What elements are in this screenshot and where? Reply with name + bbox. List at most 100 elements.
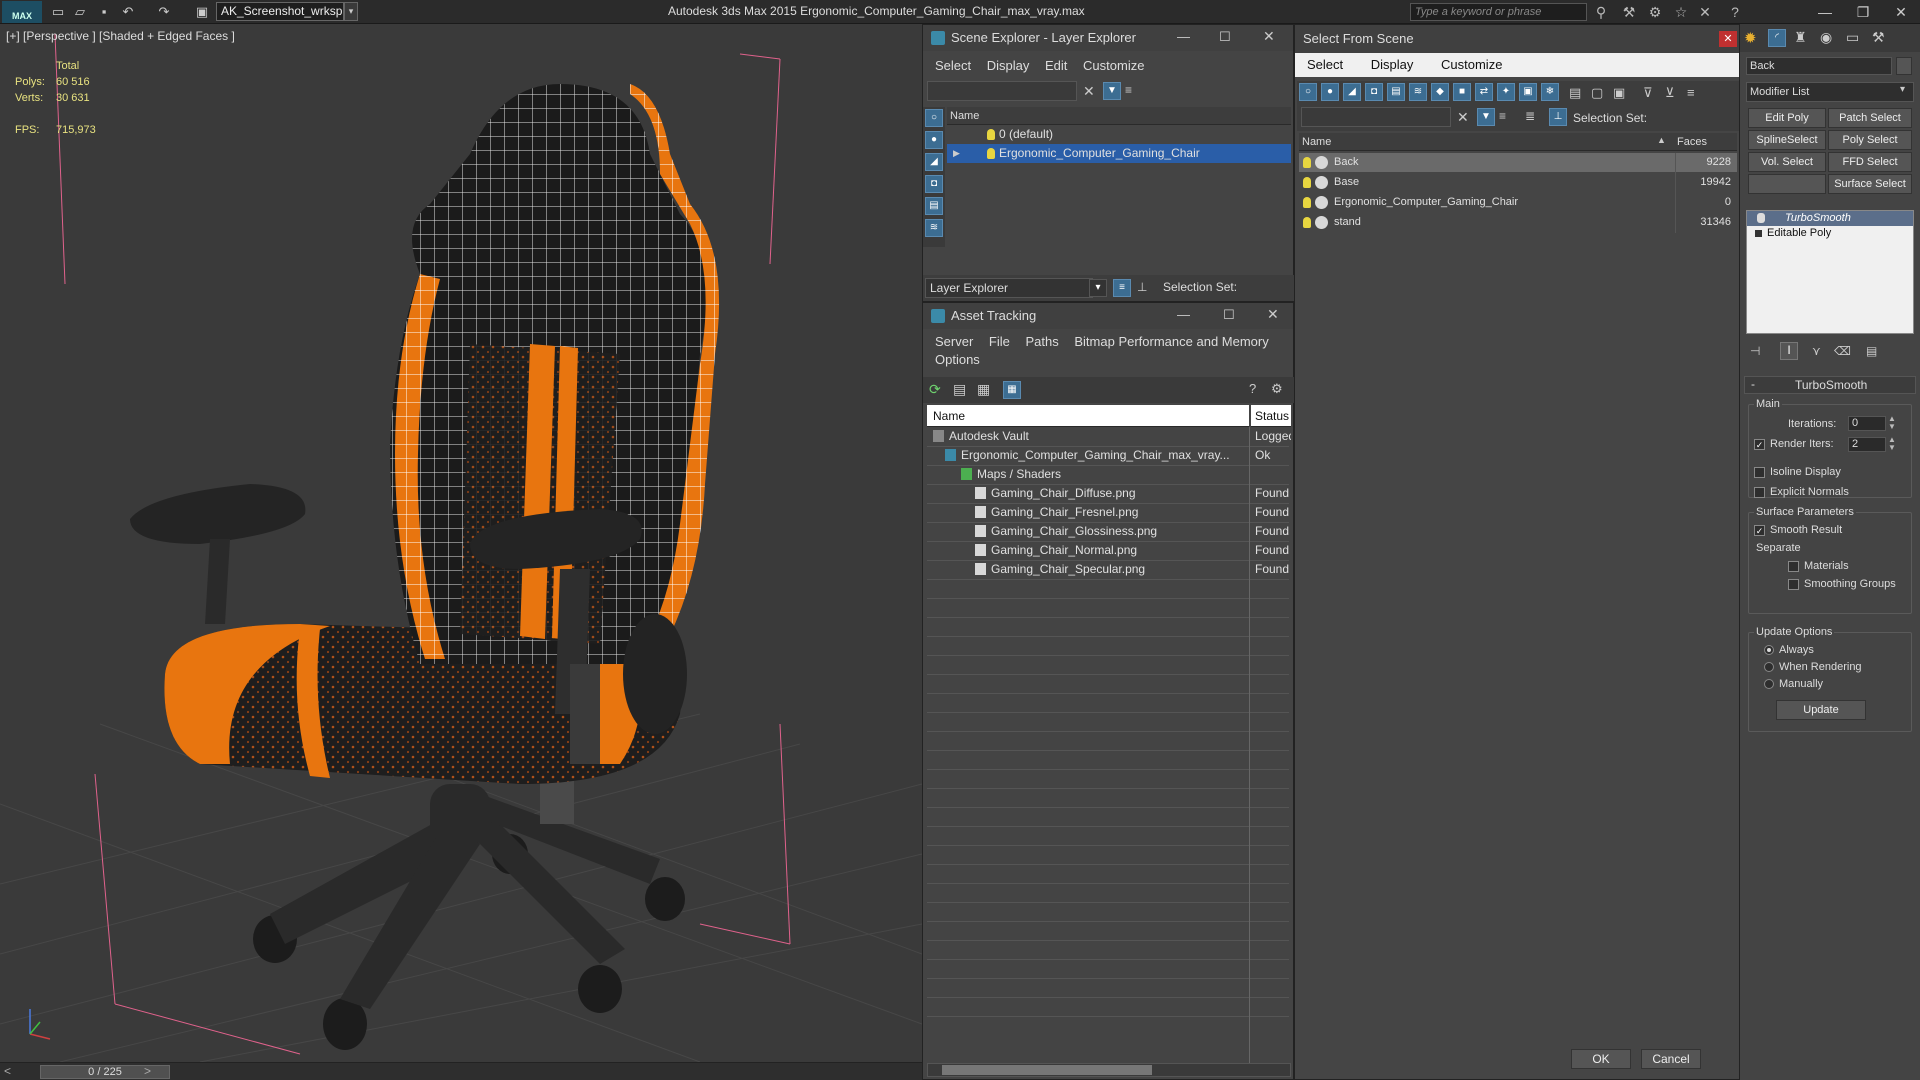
asset-row[interactable]: Gaming_Chair_Diffuse.png Found: [927, 484, 1291, 503]
asset-row[interactable]: Gaming_Chair_Glossiness.png Found: [927, 522, 1291, 541]
stack-item-turbosmooth[interactable]: TurboSmooth: [1747, 211, 1913, 226]
stack-item-editable-poly[interactable]: Editable Poly: [1747, 226, 1913, 241]
table-view-icon[interactable]: ▦: [1003, 381, 1021, 399]
column-header-faces[interactable]: Faces: [1673, 133, 1737, 151]
spinner-arrows-icon[interactable]: ▲ ▼: [1888, 415, 1896, 431]
select-search-input[interactable]: [1301, 107, 1451, 127]
display-cameras-icon[interactable]: ▤: [1387, 83, 1405, 101]
scene-object-row[interactable]: stand 31346: [1299, 213, 1737, 232]
asset-row[interactable]: Gaming_Chair_Normal.png Found: [927, 541, 1291, 560]
display-helpers-icon[interactable]: ≋: [1409, 83, 1427, 101]
empty-modifier-button[interactable]: [1748, 174, 1826, 194]
timeline-next-icon[interactable]: >: [144, 1064, 151, 1078]
turbosmooth-rollout-header[interactable]: - TurboSmooth: [1744, 376, 1916, 394]
select-all-icon[interactable]: ▤: [1569, 85, 1581, 101]
asset-row[interactable]: Gaming_Chair_Specular.png Found: [927, 560, 1291, 579]
ffd-select-button[interactable]: FFD Select: [1828, 152, 1912, 172]
open-file-icon[interactable]: ▱: [72, 4, 88, 20]
display-spacewarps-icon[interactable]: ◆: [1431, 83, 1449, 101]
display-all-icon[interactable]: ○: [1299, 83, 1317, 101]
subscription-icon[interactable]: ⚙: [1646, 3, 1664, 21]
display-frozen-icon[interactable]: ❄: [1541, 83, 1559, 101]
asset-row[interactable]: Ergonomic_Computer_Gaming_Chair_max_vray…: [927, 446, 1291, 465]
workspace-dropdown[interactable]: AK_Screenshot_wrksp: [216, 2, 344, 21]
collapse-icon[interactable]: ≡: [1687, 85, 1695, 100]
help-icon[interactable]: ?: [1249, 381, 1256, 396]
clear-search-icon[interactable]: ✕: [1083, 83, 1095, 100]
save-file-icon[interactable]: ▪: [96, 4, 112, 20]
settings-icon[interactable]: ⚙: [1271, 381, 1283, 397]
filter-icon[interactable]: ▼: [1103, 82, 1121, 100]
display-all-icon[interactable]: ○: [925, 109, 943, 127]
modifier-list-dropdown[interactable]: Modifier List: [1746, 82, 1914, 102]
select-invert-icon[interactable]: ▣: [1613, 85, 1625, 101]
scrollbar-thumb[interactable]: [942, 1065, 1152, 1075]
refresh-icon[interactable]: ⟳: [929, 381, 941, 398]
spline-select-button[interactable]: SplineSelect: [1748, 130, 1826, 150]
menu-customize[interactable]: Customize: [1083, 55, 1144, 77]
radio-icon[interactable]: [1764, 662, 1774, 673]
display-cameras-icon[interactable]: ▤: [925, 197, 943, 215]
scene-object-row[interactable]: Ergonomic_Computer_Gaming_Chair 0: [1299, 193, 1737, 212]
sort-ascending-icon[interactable]: ▲: [1657, 135, 1666, 145]
update-button[interactable]: Update: [1776, 700, 1866, 720]
scene-explorer-search[interactable]: [927, 81, 1077, 101]
layers-icon[interactable]: ≡: [1499, 109, 1506, 123]
exchange-icon[interactable]: ✕: [1696, 3, 1714, 21]
object-name-field[interactable]: Back: [1746, 57, 1892, 75]
new-file-icon[interactable]: ▭: [50, 4, 66, 20]
asset-row[interactable]: Gaming_Chair_Fresnel.png Found: [927, 503, 1291, 522]
minimize-icon[interactable]: —: [1177, 29, 1190, 44]
make-unique-icon[interactable]: ⋎: [1812, 344, 1821, 358]
pin-stack-icon[interactable]: ⊣: [1750, 344, 1760, 358]
select-none-icon[interactable]: ▢: [1591, 85, 1603, 101]
expand-arrow-icon[interactable]: ▶: [953, 144, 960, 163]
search-input[interactable]: Type a keyword or phrase: [1410, 3, 1587, 21]
display-bones-icon[interactable]: ✦: [1497, 83, 1515, 101]
maximize-icon[interactable]: ☐: [1219, 29, 1231, 45]
vol-select-button[interactable]: Vol. Select: [1748, 152, 1826, 172]
materials-checkbox[interactable]: Materials: [1788, 560, 1849, 572]
smooth-result-checkbox[interactable]: ✓ Smooth Result: [1754, 524, 1842, 536]
redo-icon[interactable]: ↷: [156, 4, 172, 20]
menu-display[interactable]: Display: [987, 55, 1030, 77]
binoculars-icon[interactable]: ⚲: [1592, 3, 1610, 21]
configure-sets-icon[interactable]: ▤: [1866, 344, 1877, 358]
poly-select-button[interactable]: Poly Select: [1828, 130, 1912, 150]
hierarchy-tab-icon[interactable]: ♜: [1794, 29, 1807, 46]
chevron-down-icon[interactable]: ▾: [1089, 279, 1107, 297]
sort-layers-icon[interactable]: ≣: [1525, 109, 1535, 123]
scene-object-row[interactable]: Back 9228: [1299, 153, 1737, 172]
lightbulb-icon[interactable]: [1303, 156, 1311, 168]
menu-edit[interactable]: Edit: [1045, 55, 1067, 77]
spinner-arrows-icon[interactable]: ▲ ▼: [1888, 436, 1896, 452]
project-folder-icon[interactable]: ▣: [194, 4, 210, 20]
column-header-name[interactable]: Name: [1299, 133, 1673, 151]
favorites-star-icon[interactable]: ☆: [1672, 3, 1690, 21]
patch-select-button[interactable]: Patch Select: [1828, 108, 1912, 128]
surface-select-button[interactable]: Surface Select: [1828, 174, 1912, 194]
motion-tab-icon[interactable]: ◉: [1820, 29, 1832, 46]
layer-mode-icon[interactable]: ≡: [1113, 279, 1131, 297]
iterations-spinner[interactable]: 0: [1848, 416, 1886, 431]
timeline-prev-icon[interactable]: <: [4, 1064, 11, 1078]
always-radio[interactable]: Always: [1764, 644, 1814, 656]
display-xrefs-icon[interactable]: ⇄: [1475, 83, 1493, 101]
layer-row-default[interactable]: 0 (default): [947, 125, 1291, 144]
undo-icon[interactable]: ↶: [120, 4, 136, 20]
display-groups-icon[interactable]: ■: [1453, 83, 1471, 101]
close-button[interactable]: ✕: [1886, 2, 1916, 22]
layers-icon[interactable]: ≡: [1125, 83, 1141, 99]
menu-select[interactable]: Select: [1307, 53, 1343, 77]
explorer-type-dropdown[interactable]: Layer Explorer: [925, 278, 1093, 298]
hierarchy-icon[interactable]: ⊥: [1549, 108, 1567, 126]
menu-options[interactable]: Options: [935, 349, 980, 371]
smoothing-groups-checkbox[interactable]: Smoothing Groups: [1788, 578, 1896, 590]
restore-button[interactable]: ❐: [1848, 2, 1878, 22]
manually-radio[interactable]: Manually: [1764, 678, 1823, 690]
ok-button[interactable]: OK: [1571, 1049, 1631, 1069]
render-iters-checkbox[interactable]: ✓ Render Iters:: [1754, 438, 1834, 450]
collapse-icon[interactable]: -: [1751, 377, 1755, 391]
display-lights-icon[interactable]: ◘: [1365, 83, 1383, 101]
edit-poly-button[interactable]: Edit Poly: [1748, 108, 1826, 128]
